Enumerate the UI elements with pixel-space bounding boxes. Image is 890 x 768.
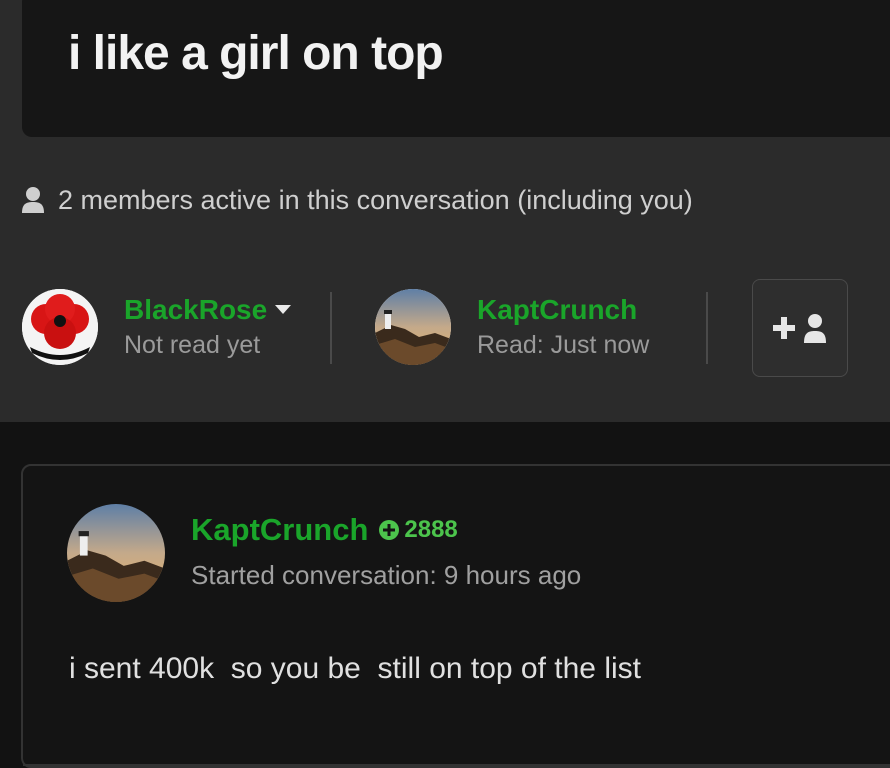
member-divider <box>330 292 332 364</box>
reputation-badge: 2888 <box>378 516 458 544</box>
message-timestamp: Started conversation: 9 hours ago <box>191 560 582 590</box>
active-members-text: 2 members active in this conversation (i… <box>58 184 693 215</box>
poppy-avatar[interactable] <box>22 289 98 365</box>
member-kaptcrunch[interactable]: KaptCrunch Read: Just now <box>375 288 649 366</box>
message-body: i sent 400k so you be still on top of th… <box>69 652 641 685</box>
member-info: BlackRose Not read yet <box>124 292 292 362</box>
active-members-info: 2 members active in this conversation (i… <box>22 182 693 218</box>
chevron-down-icon[interactable] <box>275 305 292 315</box>
add-user-icon <box>773 314 826 343</box>
member-info: KaptCrunch Read: Just now <box>477 292 649 362</box>
author-name[interactable]: KaptCrunch <box>191 512 368 548</box>
card-divider <box>23 764 890 766</box>
author-avatar[interactable] <box>67 504 165 602</box>
title-card: i like a girl on top <box>22 0 890 137</box>
user-icon <box>22 187 44 213</box>
member-divider <box>706 292 708 364</box>
member-name-label[interactable]: KaptCrunch <box>477 292 637 328</box>
conversation-title: i like a girl on top <box>68 27 444 80</box>
message-card: KaptCrunch 2888 Started conversation: 9 … <box>21 464 890 768</box>
lighthouse-avatar[interactable] <box>375 289 451 365</box>
plus-circle-icon <box>379 520 400 540</box>
member-name[interactable]: BlackRose <box>124 292 292 328</box>
member-read-status: Read: Just now <box>477 331 650 359</box>
message-author: KaptCrunch 2888 <box>191 512 458 548</box>
member-read-status: Not read yet <box>124 331 261 359</box>
add-member-button[interactable] <box>752 279 848 377</box>
reputation-value: 2888 <box>404 516 458 543</box>
member-name-label[interactable]: BlackRose <box>124 292 267 328</box>
member-blackrose[interactable]: BlackRose Not read yet <box>22 288 292 366</box>
member-name[interactable]: KaptCrunch <box>477 292 649 328</box>
